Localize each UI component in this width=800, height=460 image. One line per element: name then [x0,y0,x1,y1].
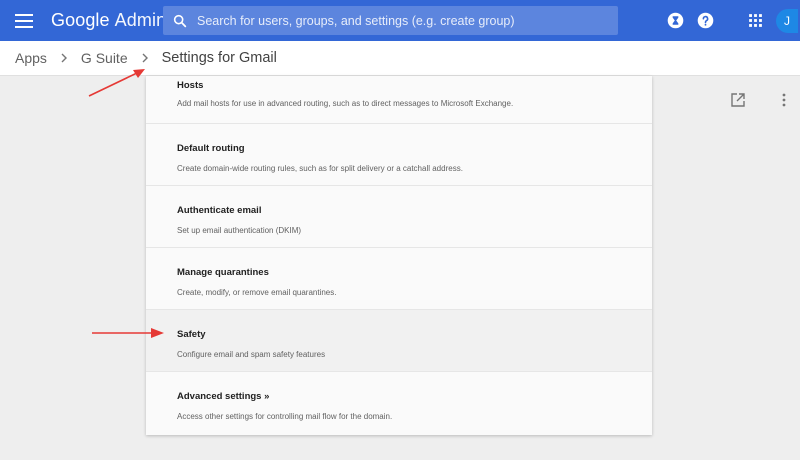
annotation-arrow-breadcrumb [88,69,145,97]
chevron-right-icon [61,53,67,63]
setting-title: Hosts [177,80,204,91]
setting-description: Add mail hosts for use in advanced routi… [177,99,514,108]
search-icon [173,14,187,27]
setting-description: Access other settings for controlling ma… [177,412,393,421]
hourglass-icon[interactable] [667,12,684,29]
gmail-settings-card: Hosts Add mail hosts for use in advanced… [146,76,652,435]
annotation-arrow-safety [92,328,164,338]
setting-description: Create domain-wide routing rules, such a… [177,164,463,173]
hamburger-menu-icon[interactable] [15,13,33,28]
setting-row-safety[interactable]: Safety Configure email and spam safety f… [146,310,652,372]
setting-description: Create, modify, or remove email quaranti… [177,288,337,297]
setting-row-default-routing[interactable]: Default routing Create domain-wide routi… [146,124,652,186]
setting-row-authenticate-email[interactable]: Authenticate email Set up email authenti… [146,186,652,248]
setting-description: Set up email authentication (DKIM) [177,226,302,235]
setting-title: Safety [177,329,206,340]
setting-title: Default routing [177,143,245,154]
apps-grid-icon[interactable] [747,12,764,29]
search-box[interactable] [163,6,618,35]
setting-description: Configure email and spam safety features [177,350,326,359]
user-avatar[interactable]: J [776,9,798,33]
top-app-bar: GoogleAdmin J [0,0,800,41]
setting-row-advanced-settings[interactable]: Advanced settings » Access other setting… [146,372,652,434]
help-icon[interactable] [697,12,714,29]
logo-admin-text: Admin [114,10,167,30]
setting-row-manage-quarantines[interactable]: Manage quarantines Create, modify, or re… [146,248,652,310]
setting-title: Advanced settings » [177,391,270,402]
page-title: Settings for Gmail [161,50,277,66]
open-in-new-icon[interactable] [731,93,745,107]
setting-title: Manage quarantines [177,267,269,278]
more-vert-icon[interactable] [782,93,786,107]
logo-google-text: Google [51,10,110,30]
google-admin-logo[interactable]: Google Admin [51,10,166,31]
setting-title: Authenticate email [177,205,262,216]
breadcrumb-apps[interactable]: Apps [15,50,47,66]
setting-row-hosts[interactable]: Hosts Add mail hosts for use in advanced… [146,76,652,124]
chevron-right-icon [142,53,148,63]
search-input[interactable] [188,6,618,35]
